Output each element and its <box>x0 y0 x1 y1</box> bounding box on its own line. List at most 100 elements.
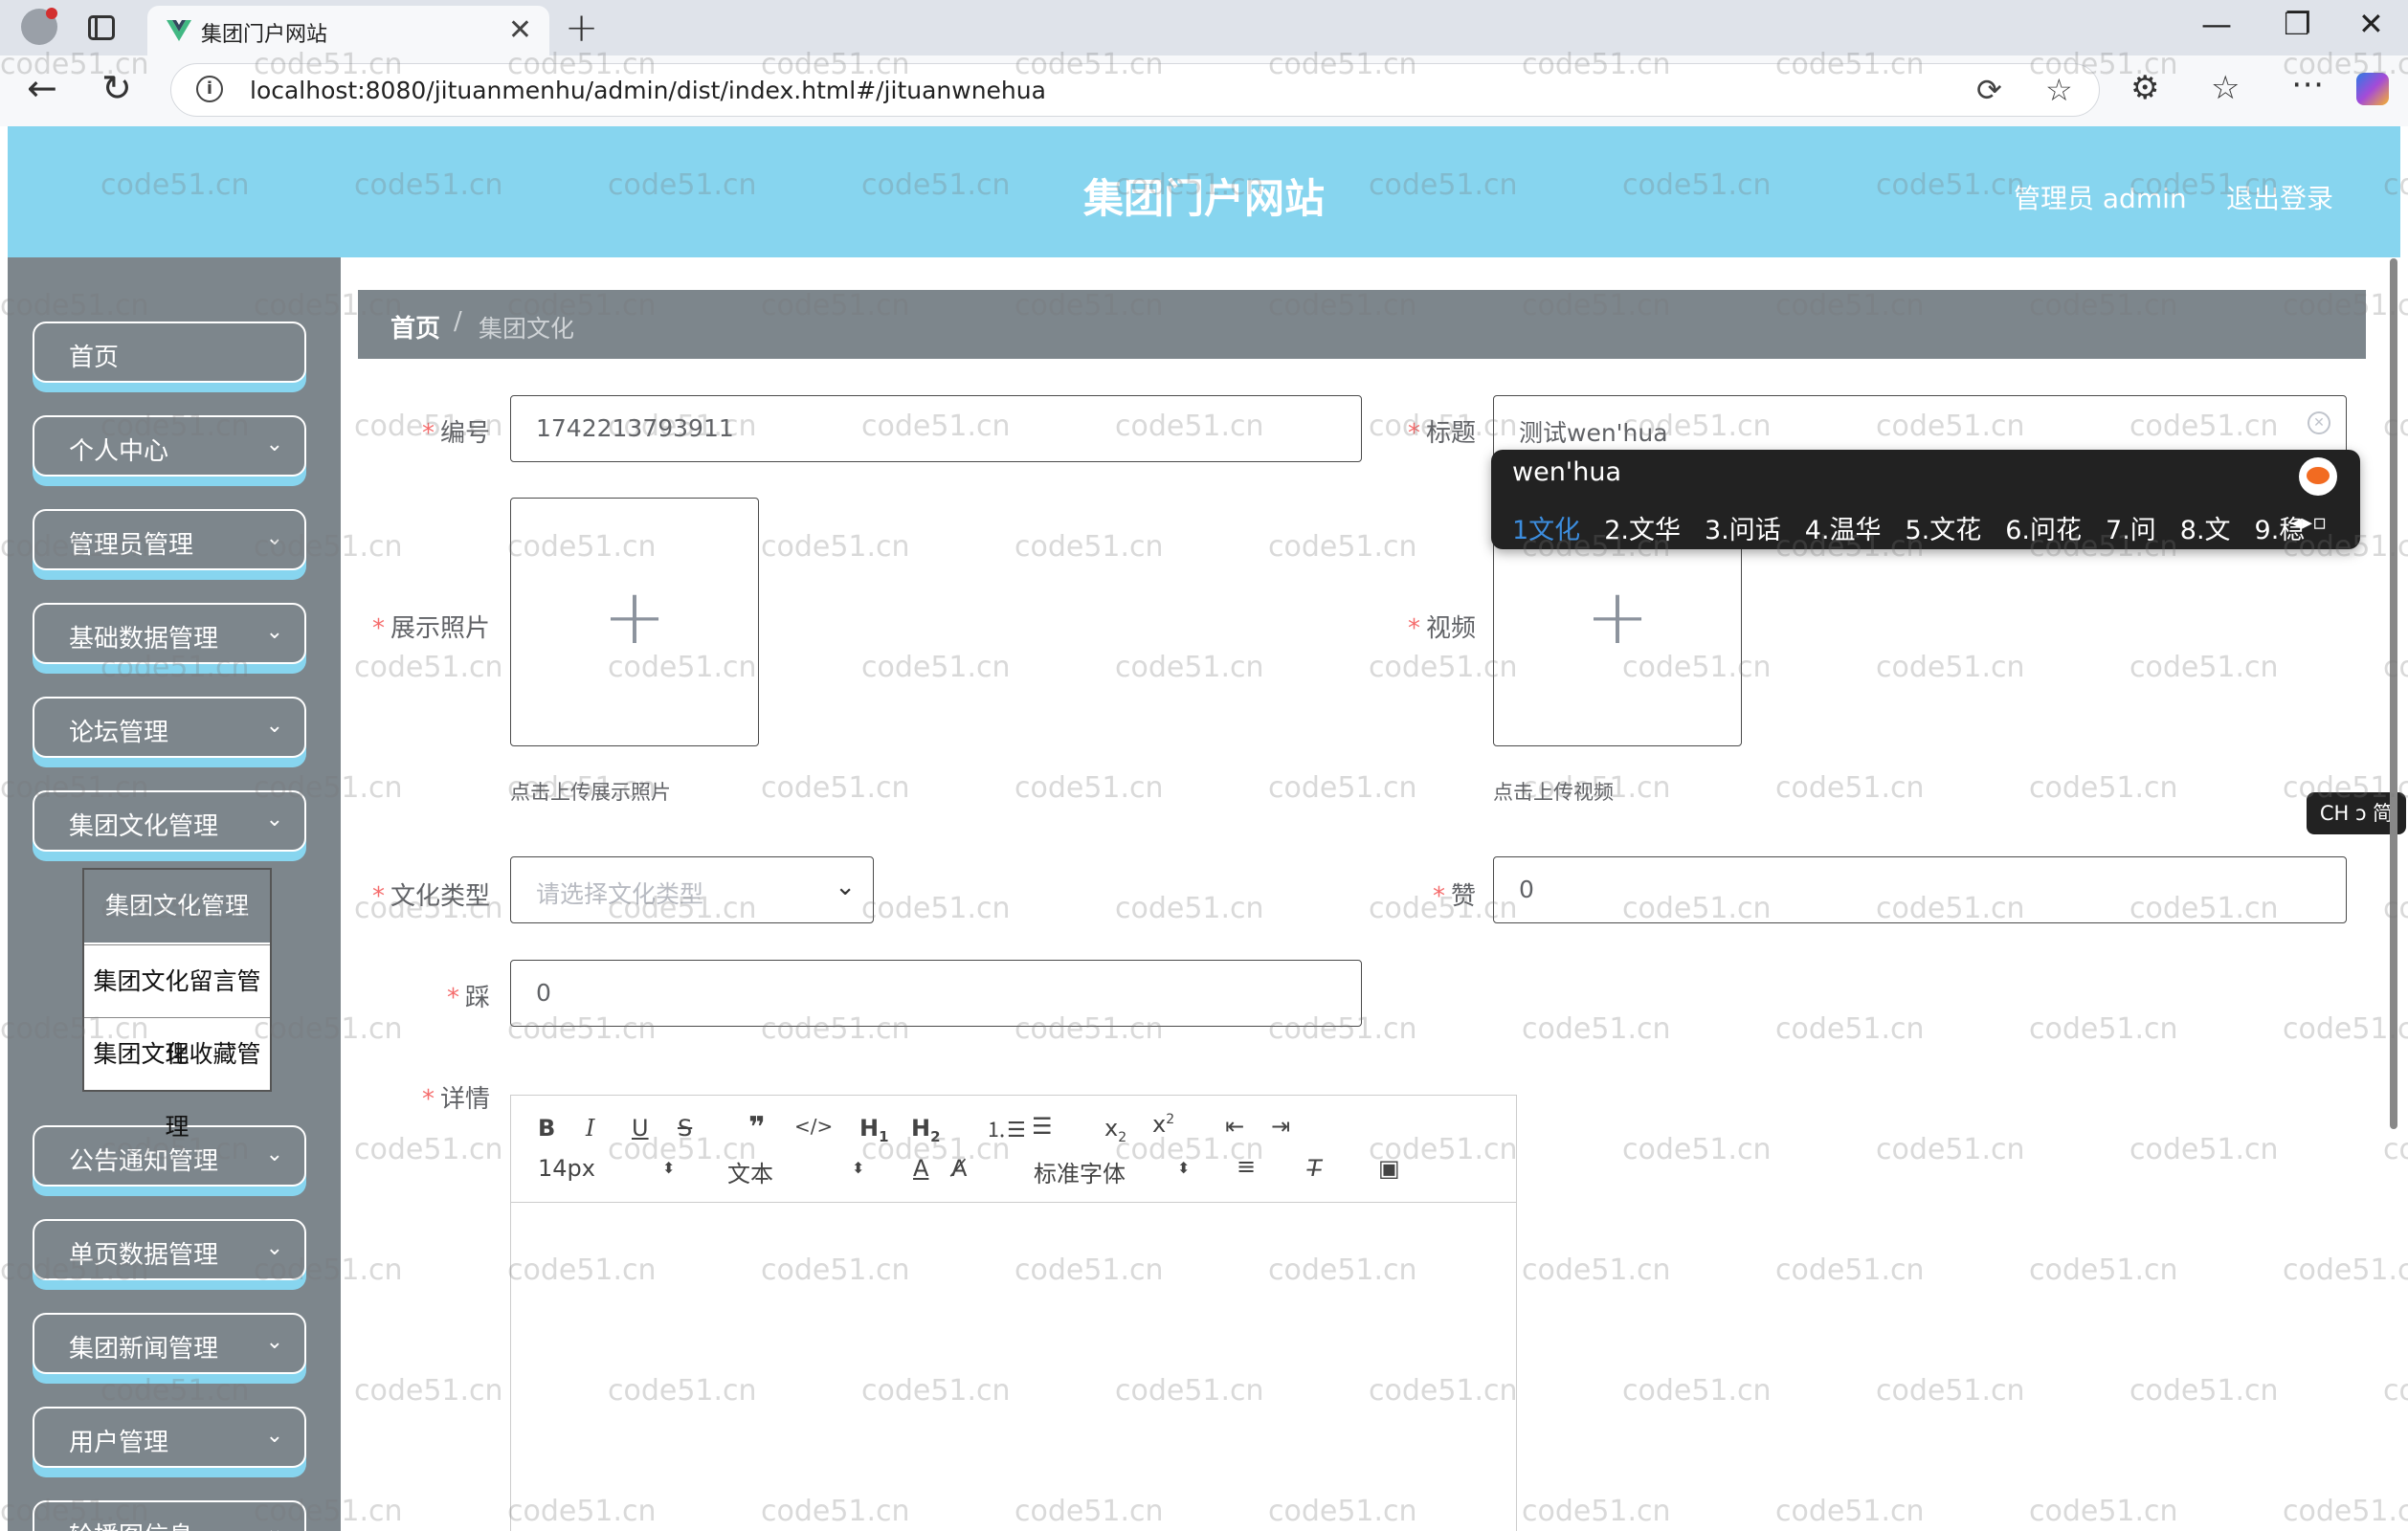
submenu-item-culture-comments[interactable]: 集团文化留言管理 <box>84 944 270 1068</box>
ime-candidate-popup: wen'hua 1文化 2.文华 3.问话 4.温华 5.文花 6.问花 7.问 8.文 9.稳… <box>1491 450 2360 549</box>
underline-icon[interactable]: U <box>632 1115 649 1142</box>
sidebar-item[interactable]: 轮播图信息 ⌄ <box>33 1500 306 1531</box>
strikethrough-icon[interactable]: S <box>678 1115 692 1142</box>
updown-icon: ⬍ <box>1177 1159 1191 1177</box>
window-close-icon[interactable]: ✕ <box>2358 6 2384 42</box>
rich-text-editor[interactable]: B I U S ❞ </> H1 H2 ⒈☰ ☰ x2 x2 ⇤ ⇥ 14px … <box>510 1095 1517 1531</box>
font-size-select[interactable]: 14px <box>538 1155 595 1182</box>
watermark-text: code51.cn <box>1115 651 1264 684</box>
type-select[interactable]: 请选择文化类型 ⌄ <box>510 856 874 923</box>
back-icon[interactable]: ← <box>27 67 57 109</box>
tab-close-icon[interactable]: ✕ <box>508 13 532 47</box>
sidebar-item[interactable]: 个人中心 ⌄ <box>33 415 306 486</box>
code-block-icon[interactable]: </> <box>794 1115 833 1138</box>
chevron-down-icon: ⌄ <box>265 620 283 644</box>
watermark-text: code51.cn <box>1622 1374 1772 1408</box>
submenu-item-culture-favorites[interactable]: 集团文化收藏管理 <box>84 1017 270 1141</box>
like-input[interactable]: 0 <box>1493 856 2347 923</box>
app-header: 集团门户网站 管理员 admin 退出登录 <box>8 126 2400 257</box>
sidebar-item-button[interactable]: 管理员管理 ⌄ <box>33 509 306 570</box>
ime-candidate[interactable]: 7.问 <box>2106 509 2156 546</box>
browser-tab[interactable]: 集团门户网站 ✕ <box>147 6 549 55</box>
chevron-down-icon: ⌄ <box>265 1518 283 1531</box>
submenu-item-culture[interactable]: 集团文化管理 <box>84 870 270 943</box>
breadcrumb-home[interactable]: 首页 <box>390 309 440 344</box>
clear-icon[interactable]: ✕ <box>2308 411 2330 434</box>
site-info-icon[interactable]: i <box>196 76 223 102</box>
bold-icon[interactable]: B <box>538 1115 555 1142</box>
clear-format-icon[interactable]: T̶ <box>1307 1155 1322 1182</box>
sidebar-item[interactable]: 集团文化管理 ⌄ <box>33 790 306 861</box>
outdent-icon[interactable]: ⇤ <box>1225 1113 1244 1140</box>
sidebar-item-button[interactable]: 轮播图信息 ⌄ <box>33 1500 306 1531</box>
watermark-text: code51.cn <box>1775 771 1925 805</box>
favorite-star-icon[interactable]: ☆ <box>2045 72 2073 108</box>
paragraph-select[interactable]: 文本 <box>727 1155 773 1188</box>
ime-candidate[interactable]: 4.温华 <box>1805 509 1882 546</box>
extensions-icon[interactable]: ⚙ <box>2130 69 2159 107</box>
read-aloud-icon[interactable]: ⟳ <box>1976 72 2002 108</box>
watermark-text: code51.cn <box>1522 1012 1671 1046</box>
sidebar-item-button[interactable]: 用户管理 ⌄ <box>33 1407 306 1468</box>
sidebar-item-button[interactable]: 首页 <box>33 322 306 383</box>
ordered-list-icon[interactable]: ⒈☰ <box>986 1113 1026 1143</box>
copilot-icon[interactable] <box>2356 73 2389 105</box>
sidebar-item[interactable]: 单页数据管理 ⌄ <box>33 1219 306 1290</box>
font-color-icon[interactable]: A <box>913 1155 928 1182</box>
ime-candidate[interactable]: 1文化 <box>1512 509 1580 546</box>
watermark-text: code51.cn <box>861 651 1011 684</box>
indent-icon[interactable]: ⇥ <box>1271 1113 1290 1140</box>
heading2-icon[interactable]: H2 <box>911 1115 941 1145</box>
sidebar-item[interactable]: 论坛管理 ⌄ <box>33 697 306 767</box>
background-color-icon[interactable]: A̸ <box>951 1155 967 1182</box>
superscript-icon[interactable]: x2 <box>1152 1111 1174 1138</box>
ime-candidate[interactable]: 8.文 <box>2180 509 2231 546</box>
watermark-text: code51.cn <box>2029 1495 2178 1528</box>
photo-uploader[interactable]: + <box>510 498 759 746</box>
sidebar-item[interactable]: 集团新闻管理 ⌄ <box>33 1313 306 1384</box>
ime-candidate[interactable]: 5.文花 <box>1905 509 1981 546</box>
minimize-icon[interactable]: — <box>2201 6 2232 42</box>
heading1-icon[interactable]: H1 <box>859 1115 889 1145</box>
sidebar-item-button[interactable]: 单页数据管理 ⌄ <box>33 1219 306 1280</box>
subscript-icon[interactable]: x2 <box>1104 1115 1126 1145</box>
sidebar-item[interactable]: 管理员管理 ⌄ <box>33 509 306 580</box>
restore-icon[interactable]: ❐ <box>2284 6 2311 42</box>
sidebar-item-button[interactable]: 基础数据管理 ⌄ <box>33 603 306 664</box>
sidebar-item-label: 管理员管理 <box>69 531 194 560</box>
favorites-icon[interactable]: ☆ <box>2211 69 2240 107</box>
title-label: * 标题 <box>1407 419 1476 448</box>
page-scrollbar[interactable] <box>2387 258 2400 1129</box>
code-input[interactable]: 1742213793911 <box>510 395 1362 462</box>
like-label: * 赞 <box>1432 882 1476 911</box>
sidebar-item-button[interactable]: 论坛管理 ⌄ <box>33 697 306 758</box>
code-label: * 编号 <box>421 419 490 448</box>
italic-icon[interactable]: I <box>586 1115 594 1142</box>
chevron-down-icon: ⌄ <box>265 1330 283 1354</box>
dislike-input[interactable]: 0 <box>510 960 1362 1027</box>
scrollbar-thumb[interactable] <box>2390 258 2397 1129</box>
align-icon[interactable]: ≡ <box>1237 1153 1256 1180</box>
notification-dot <box>46 8 57 19</box>
ime-page-arrows-icon[interactable]: ◂▸▫ <box>2291 511 2327 535</box>
tab-actions-icon[interactable] <box>88 15 115 40</box>
url-field[interactable]: i localhost:8080/jituanmenhu/admin/dist/… <box>170 63 2100 117</box>
sidebar-item[interactable]: 用户管理 ⌄ <box>33 1407 306 1477</box>
logout-link[interactable]: 退出登录 <box>2226 178 2333 216</box>
ime-candidate[interactable]: 2.文华 <box>1604 509 1681 546</box>
bullet-list-icon[interactable]: ☰ <box>1032 1113 1053 1140</box>
sidebar-item-button[interactable]: 集团新闻管理 ⌄ <box>33 1313 306 1374</box>
image-icon[interactable]: ▣ <box>1378 1155 1400 1182</box>
reload-icon[interactable]: ↻ <box>101 67 132 109</box>
sidebar-item-button[interactable]: 集团文化管理 ⌄ <box>33 790 306 852</box>
sidebar-item-button[interactable]: 个人中心 ⌄ <box>33 415 306 477</box>
blockquote-icon[interactable]: ❞ <box>748 1111 766 1144</box>
more-icon[interactable]: ⋯ <box>2291 65 2324 103</box>
font-family-select[interactable]: 标准字体 <box>1034 1155 1126 1188</box>
plus-icon: + <box>602 572 667 661</box>
new-tab-button[interactable]: + <box>565 4 598 51</box>
sidebar-item[interactable]: 首页 <box>33 322 306 392</box>
ime-candidate[interactable]: 3.问话 <box>1705 509 1781 546</box>
sidebar-item[interactable]: 基础数据管理 ⌄ <box>33 603 306 674</box>
ime-candidate[interactable]: 6.问花 <box>2005 509 2082 546</box>
